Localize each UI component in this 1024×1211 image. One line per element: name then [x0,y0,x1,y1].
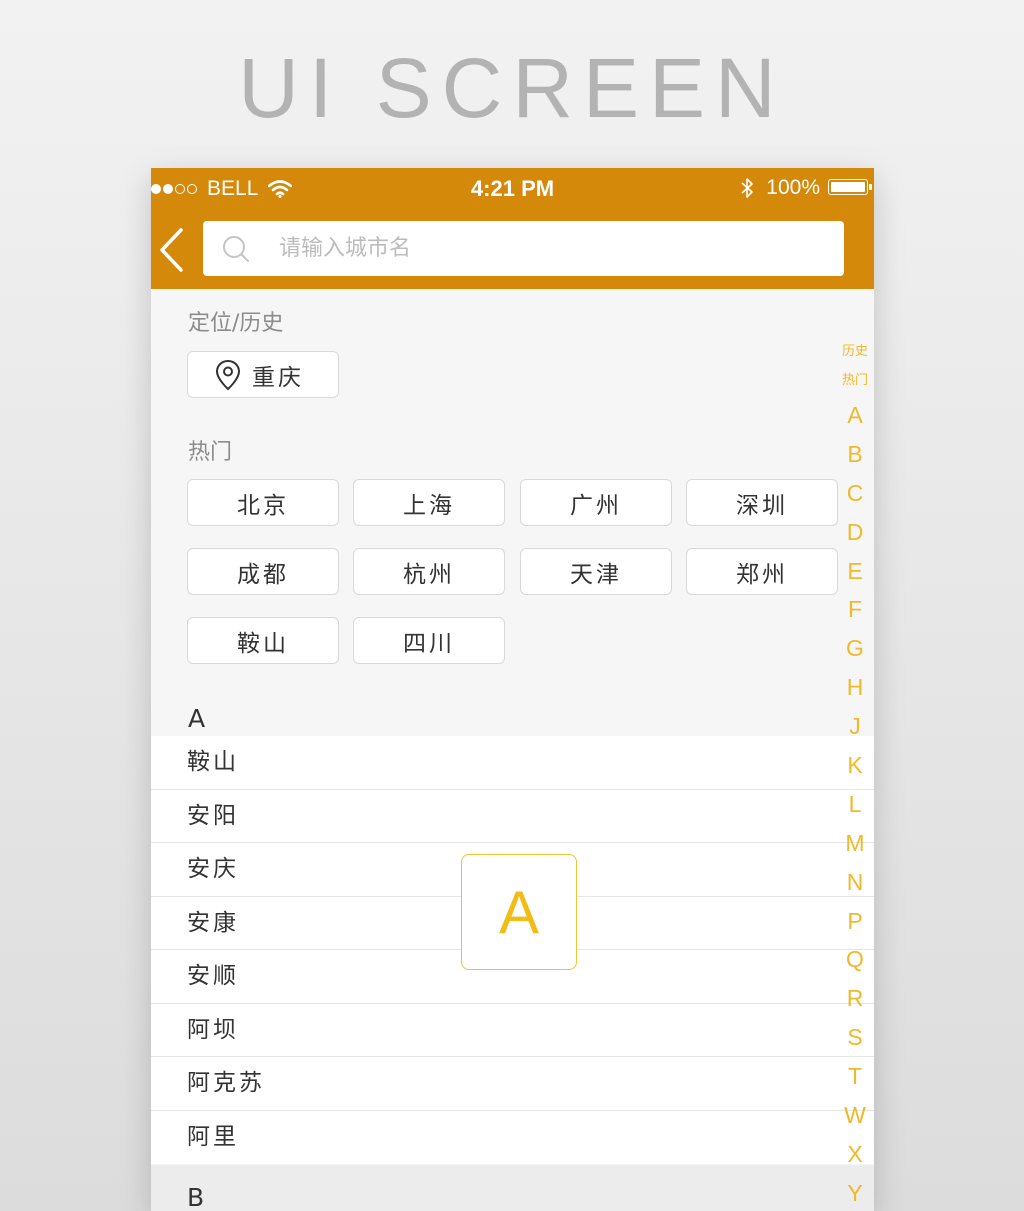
index-letter[interactable]: L [831,785,874,824]
hot-city-chip[interactable]: 杭州 [353,548,505,595]
index-letter[interactable]: C [831,474,874,513]
hot-city-chip[interactable]: 四川 [353,617,505,664]
back-chevron-icon[interactable] [157,226,185,274]
hot-city-chip[interactable]: 深圳 [686,479,838,526]
index-letter[interactable]: Q [831,940,874,979]
index-letter[interactable]: J [831,707,874,746]
index-letter[interactable]: Y [831,1174,874,1211]
current-location-chip[interactable]: 重庆 [187,351,339,398]
search-icon [223,235,249,262]
index-letter[interactable]: M [831,824,874,863]
group-header-b-bar: B [151,1165,874,1211]
index-letter[interactable]: R [831,979,874,1018]
location-pin-icon [215,359,241,390]
battery-percent: 100% [766,176,820,199]
search-input[interactable] [277,235,801,262]
city-list-item[interactable]: 阿里 [151,1111,874,1165]
banner-title: UI SCREEN [238,41,786,135]
group-header-b: B [187,1183,205,1211]
hot-city-chip[interactable]: 郑州 [686,548,838,595]
hot-city-chip[interactable]: 北京 [187,479,339,526]
index-letter[interactable]: P [831,902,874,941]
hot-city-chip[interactable]: 天津 [520,548,672,595]
index-letter[interactable]: H [831,668,874,707]
hot-title: 热门 [188,440,233,465]
index-letter[interactable]: N [831,863,874,902]
group-header-a: A [188,704,206,733]
index-letter[interactable]: W [831,1096,874,1135]
status-bar: BELL 4:21 PM 100% [151,168,874,212]
index-letter[interactable]: X [831,1135,874,1174]
phone-screen: BELL 4:21 PM 100% 请输入城市名 定位/历史 重庆 热门 北京 … [151,168,874,1211]
index-letter[interactable]: G [831,629,874,668]
index-letter[interactable]: A [831,396,874,435]
search-box[interactable] [203,221,844,276]
index-letter[interactable]: D [831,513,874,552]
city-list-item[interactable]: 安阳 [151,790,874,843]
index-letter[interactable]: B [831,435,874,474]
hot-city-chip[interactable]: 上海 [353,479,505,526]
index-hot[interactable]: 热门 [831,367,874,396]
current-city-label: 重庆 [252,364,304,391]
index-letter[interactable]: E [831,552,874,591]
city-list-item[interactable]: 鞍山 [151,736,874,790]
index-letter[interactable]: K [831,746,874,785]
location-history-title: 定位/历史 [188,311,284,336]
header-bar: BELL 4:21 PM 100% [151,168,874,289]
index-letter[interactable]: S [831,1018,874,1057]
city-list-item[interactable]: 阿克苏 [151,1057,874,1111]
hot-city-chip[interactable]: 鞍山 [187,617,339,664]
index-letter-toast: A [461,854,577,970]
battery-icon [828,179,872,197]
hot-city-chip[interactable]: 成都 [187,548,339,595]
city-list-item[interactable]: 阿坝 [151,1004,874,1057]
alphabet-index[interactable]: 历史 热门 A B C D E F G H J K L M N P Q R S … [831,338,874,1211]
index-letter[interactable]: T [831,1057,874,1096]
hot-city-chip[interactable]: 广州 [520,479,672,526]
bluetooth-icon [741,178,754,198]
index-letter[interactable]: F [831,590,874,629]
index-history[interactable]: 历史 [831,338,874,367]
